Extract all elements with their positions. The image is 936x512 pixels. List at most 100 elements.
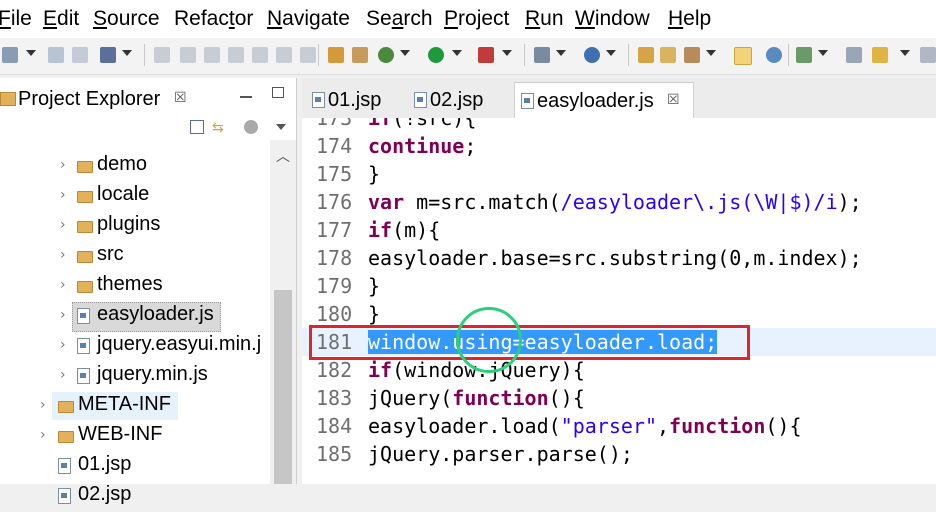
tree-item-label: 02.jsp (78, 483, 132, 505)
run-icon[interactable] (428, 47, 444, 63)
menu-item-source[interactable]: Source (93, 6, 160, 32)
line-number: 178 (316, 246, 353, 270)
menu-item-refactor[interactable]: Refactor (174, 6, 253, 32)
new-class-icon[interactable] (584, 47, 600, 63)
code-editor[interactable]: 173 if(!src){174 continue; 175} 176 var m=src… (302, 118, 936, 484)
menu-item-file[interactable]: File (0, 6, 32, 32)
chevron-right-icon[interactable]: › (40, 427, 46, 443)
file-icon (77, 338, 90, 354)
code-token: if (368, 118, 393, 130)
back-icon[interactable] (920, 47, 936, 63)
skip-breakpoints-icon[interactable] (154, 47, 170, 63)
navigate-dropdown-icon[interactable] (900, 50, 910, 56)
last-edit-location-icon[interactable] (872, 47, 888, 63)
menu-item-project[interactable]: Project (444, 6, 509, 32)
view-menu-icon[interactable] (276, 124, 286, 130)
new-dropdown-icon[interactable] (26, 50, 36, 56)
search-dropdown-icon[interactable] (706, 50, 716, 56)
next-annotation-dropdown-icon[interactable] (818, 50, 828, 56)
tree-item-jquery-min-js[interactable]: › jquery.min.js (0, 363, 270, 392)
new-class-dropdown-icon[interactable] (606, 50, 616, 56)
tree-item-demo[interactable]: › demo (0, 153, 270, 182)
tree-item-plugins[interactable]: › plugins (0, 213, 270, 242)
new-server-icon[interactable] (534, 47, 550, 63)
editor-tab-label: 01.jsp (328, 89, 382, 111)
suspend-icon[interactable] (204, 47, 220, 63)
task-icon[interactable] (328, 47, 344, 63)
toggle-mark-occurrences-icon[interactable] (734, 47, 752, 65)
open-resource-icon[interactable] (660, 47, 676, 63)
chevron-right-icon[interactable]: › (60, 367, 66, 383)
chevron-right-icon[interactable]: › (60, 277, 66, 293)
maximize-icon[interactable] (272, 87, 284, 98)
explorer-scrollbar[interactable]: ︿ (270, 140, 296, 484)
debug-icon[interactable] (378, 47, 394, 63)
menu-item-navigate[interactable]: Navigate (267, 6, 350, 32)
focus-icon[interactable] (244, 120, 258, 134)
save-all-icon[interactable] (72, 47, 88, 63)
debug-dropdown-icon[interactable] (400, 50, 410, 56)
menu-item-run[interactable]: Run (525, 6, 564, 32)
tree-item-themes[interactable]: › themes (0, 273, 270, 302)
folder-icon (58, 431, 74, 443)
collapse-all-icon[interactable] (190, 120, 204, 134)
editor-tab-01-jsp[interactable]: 01.jsp (306, 82, 404, 118)
menu-item-window[interactable]: Window (575, 6, 650, 32)
link-with-editor-icon[interactable]: ⇆ (212, 120, 228, 136)
minimize-icon[interactable] (240, 96, 252, 98)
menu-item-search[interactable]: Search (366, 6, 433, 32)
tree-item-jquery-easyui-min-j[interactable]: › jquery.easyui.min.j (0, 333, 270, 362)
chevron-right-icon[interactable]: › (60, 157, 66, 173)
close-icon[interactable]: ☒ (667, 92, 680, 108)
menu-mnemonic: F (0, 7, 11, 30)
menu-label-suffix: ile (10, 7, 32, 30)
chevron-right-icon[interactable]: › (60, 307, 66, 323)
resume-icon[interactable] (180, 47, 196, 63)
open-type-icon[interactable] (638, 47, 654, 63)
chevron-right-icon[interactable]: › (60, 247, 66, 263)
terminate-icon[interactable] (228, 47, 244, 63)
tree-item-label: easyloader.js (97, 303, 214, 325)
scrollbar-thumb[interactable] (274, 290, 292, 484)
scroll-up-icon[interactable]: ︿ (276, 146, 290, 166)
new-server-dropdown-icon[interactable] (556, 50, 566, 56)
editor-tab-easyloader-js[interactable]: easyloader.js ☒ (514, 82, 694, 119)
line-number: 184 (316, 414, 353, 438)
code-line: 179} (302, 272, 936, 300)
external-tools-dropdown-icon[interactable] (502, 50, 512, 56)
run-dropdown-icon[interactable] (452, 50, 462, 56)
print-icon[interactable] (100, 47, 116, 63)
tree-item-src[interactable]: › src (0, 243, 270, 272)
tree-item-locale[interactable]: › locale (0, 183, 270, 212)
external-tools-icon[interactable] (478, 47, 494, 63)
menu-mnemonic: E (43, 7, 58, 30)
menu-bar: File Edit Source Refactor Navigate Search Proj… (0, 0, 936, 38)
step-into-icon[interactable] (276, 47, 292, 63)
chevron-right-icon[interactable]: › (60, 337, 66, 353)
toolbar-separator (144, 44, 145, 66)
code-line: 180} (302, 300, 936, 328)
tree-item-01-jsp[interactable]: 01.jsp (0, 453, 270, 482)
search-icon[interactable] (684, 47, 700, 63)
tools-icon[interactable] (352, 47, 368, 63)
tree-item-02-jsp[interactable]: 02.jsp (0, 483, 270, 512)
tree-item-web-inf[interactable]: › WEB-INF (0, 423, 270, 452)
new-icon[interactable] (2, 47, 18, 63)
next-annotation-icon[interactable] (796, 47, 812, 63)
save-icon[interactable] (48, 47, 64, 63)
web-browser-icon[interactable] (766, 47, 782, 63)
tree-item-meta-inf[interactable]: › META-INF (0, 392, 270, 422)
editor-tab-02-jsp[interactable]: 02.jsp (408, 82, 510, 118)
chevron-right-icon[interactable]: › (60, 217, 66, 233)
project-explorer-tab[interactable]: Project Explorer ☒ (0, 78, 296, 120)
menu-item-help[interactable]: Help (668, 6, 711, 32)
print-dropdown-icon[interactable] (122, 50, 132, 56)
disconnect-icon[interactable] (252, 47, 268, 63)
menu-item-edit[interactable]: Edit (43, 6, 79, 32)
tree-item-easyloader-js[interactable]: › easyloader.js (0, 302, 270, 332)
chevron-right-icon[interactable]: › (40, 397, 46, 413)
step-over-icon[interactable] (300, 47, 316, 63)
previous-annotation-icon[interactable] (846, 47, 862, 63)
close-icon[interactable]: ☒ (174, 90, 187, 106)
chevron-right-icon[interactable]: › (60, 187, 66, 203)
